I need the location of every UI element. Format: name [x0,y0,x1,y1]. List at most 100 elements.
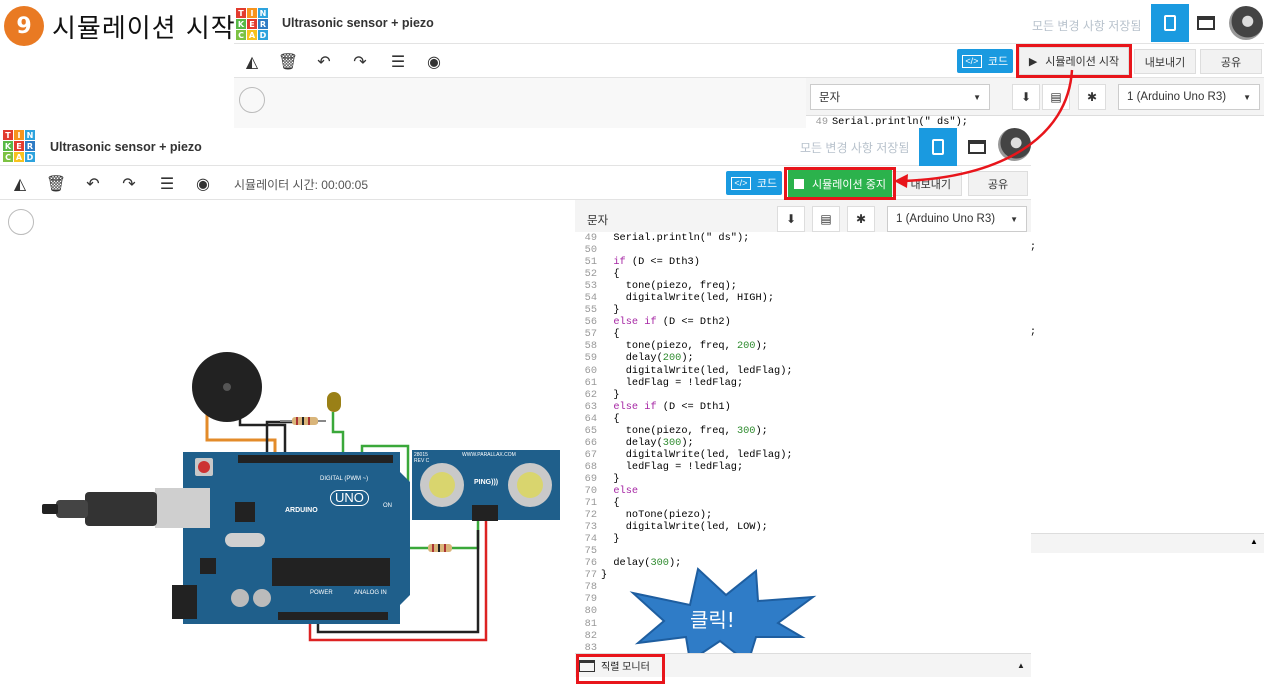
rotate-icon[interactable]: ◭ [10,173,30,193]
device-select-value: 1 (Arduino Uno R3) [1127,91,1227,103]
code-line: 65 tone(piezo, freq, 300); [575,425,1031,437]
circuit-drawing [42,352,560,642]
export-button[interactable]: 내보내기 [1134,49,1196,74]
device-select[interactable]: 1 (Arduino Uno R3) ▼ [1118,84,1260,110]
code-text: } [601,472,620,485]
code-line: 62 } [575,389,1031,401]
line-number: 67 [584,448,597,461]
board-on-label: ON [383,503,392,509]
line-number: 73 [584,521,597,534]
logo-letter: K [236,19,246,29]
line-number: 82 [584,629,597,642]
line-number: 51 [584,256,597,269]
circuit-canvas[interactable]: ARDUINO UNO DIGITAL (PWM ~) POWER ANALOG… [0,200,575,676]
code-text: } [601,388,620,401]
undo-icon[interactable]: ↶ [83,173,103,193]
expand-up-icon[interactable]: ▲ [1250,537,1258,546]
tinkercad-logo[interactable]: T I N K E R C A D [3,130,35,162]
notes-icon[interactable]: ☰ [388,51,408,71]
tinkercad-logo[interactable]: T I N K E R C A D [236,8,268,40]
code-text: { [601,268,620,281]
code-line: 66 delay(300); [575,437,1031,449]
code-line: 73 digitalWrite(led, LOW); [575,521,1031,533]
avatar[interactable] [1229,6,1263,40]
line-number: 78 [584,581,597,594]
line-number: 53 [584,280,597,293]
code-button-label: 코드 [987,56,1009,68]
logo-letter: D [258,30,268,40]
components-list-icon[interactable] [1197,16,1215,30]
circuit-view-button[interactable] [1151,4,1189,42]
logo-letter: C [236,30,246,40]
fit-view-icon[interactable] [239,87,265,113]
code-line: 68 ledFlag = !ledFlag; [575,461,1031,473]
code-icon: </> [961,54,982,68]
code-icon: </> [730,176,751,190]
undo-icon[interactable]: ↶ [314,51,334,71]
line-number: 60 [584,364,597,377]
line-number: 72 [584,509,597,522]
code-button[interactable]: </> 코드 [726,171,782,195]
logo-letter: E [14,141,24,151]
code-line: 51 if (D <= Dth3) [575,256,1031,268]
code-line: 63 else if (D <= Dth1) [575,401,1031,413]
sensor-model: PING))) [474,479,499,486]
code-text: Serial.println(" ds"); [601,232,750,244]
code-text: else if (D <= Dth1) [613,400,731,413]
line-number: 59 [584,352,597,365]
line-number: 77 [584,569,597,582]
simulator-time: 시뮬레이터 시간: 00:00:05 [234,178,368,192]
library-icon[interactable]: ▤ [812,206,840,232]
share-button[interactable]: 공유 [1200,49,1262,74]
code-text: { [601,328,620,341]
code-text: delay(200); [601,352,694,365]
sensor-brand: WWW.PARALLAX.COM [462,452,516,458]
device-select-value: 1 (Arduino Uno R3) [896,213,996,225]
code-line: 52 { [575,268,1031,280]
code-text: ledFlag = !ledFlag; [601,376,744,389]
project-name[interactable]: Ultrasonic sensor + piezo [50,140,202,154]
board-model: UNO [330,490,369,506]
debugger-icon[interactable]: ✱ [1078,84,1106,110]
line-number: 80 [584,605,597,618]
redo-icon[interactable]: ↷ [350,51,370,71]
code-text: } [601,533,620,546]
code-line: 57 { [575,328,1031,340]
download-icon[interactable]: ⬇ [777,206,805,232]
code-line: 69 } [575,473,1031,485]
code-line: 56 else if (D <= Dth2) [575,316,1031,328]
code-text: else if (D <= Dth2) [613,316,731,329]
visibility-icon[interactable]: ◉ [192,173,214,193]
sensor-rev: REV C [414,458,430,464]
code-line: 75 [575,545,1031,557]
logo-letter: D [25,152,35,162]
notes-icon[interactable]: ☰ [157,173,177,193]
project-name[interactable]: Ultrasonic sensor + piezo [282,16,434,30]
board-power-label: POWER [310,590,333,596]
line-number: 50 [584,244,597,257]
logo-letter: T [3,130,13,140]
rotate-icon[interactable]: ◭ [242,51,262,71]
chip-icon [1164,15,1176,31]
redo-icon[interactable]: ↷ [119,173,139,193]
visibility-icon[interactable]: ◉ [423,51,445,71]
logo-letter: I [14,130,24,140]
code-line: 54 digitalWrite(led, HIGH); [575,292,1031,304]
logo-letter: N [25,130,35,140]
expand-up-icon[interactable]: ▲ [1017,661,1025,670]
code-line: 55 } [575,304,1031,316]
code-line: 71 { [575,497,1031,509]
delete-icon[interactable]: 🗑 [278,51,298,71]
code-text: digitalWrite(led, ledFlag); [601,448,793,461]
line-number: 64 [584,412,597,425]
line-number: 55 [584,304,597,317]
line-number: 62 [584,388,597,401]
device-select[interactable]: 1 (Arduino Uno R3) ▼ [887,206,1027,232]
logo-letter: A [247,30,257,40]
code-text: { [601,497,620,510]
dropdown-arrow-icon: ▼ [1243,92,1251,102]
back-window-topbar: T I N K E R C A D Ultrasonic sensor + pi… [234,4,1264,44]
line-number: 58 [584,340,597,353]
debugger-icon[interactable]: ✱ [847,206,875,232]
delete-icon[interactable]: 🗑 [46,173,66,193]
